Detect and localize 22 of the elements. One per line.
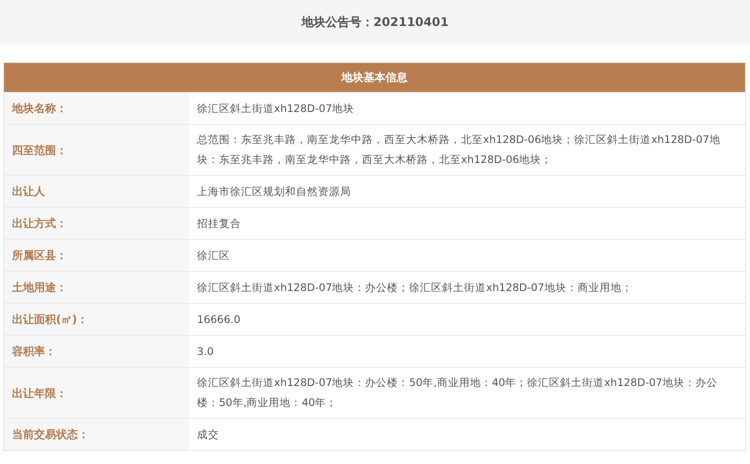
field-label: 出让人 (4, 176, 189, 207)
field-value: 徐汇区斜土街道xh128D-07地块：办公楼：50年,商业用地：40年；徐汇区斜土街道xh128D-07地块：办公楼：50年,商业用地：40年； (196, 376, 718, 411)
announcement-title: 地块公告号：202110401 (301, 14, 449, 31)
field-label: 四至范围： (4, 125, 189, 175)
field-value: 徐汇区斜土街道xh128D-07地块 (196, 102, 356, 116)
field-value: 徐汇区 (196, 248, 231, 264)
field-value: 上海市徐汇区规划和自然资源局 (196, 184, 352, 200)
field-value: 3.0 (196, 344, 215, 360)
field-label: 所属区县： (4, 240, 189, 271)
field-value: 招挂复合 (196, 216, 242, 232)
field-label: 土地用途： (4, 272, 189, 303)
field-label: 出让方式： (4, 208, 189, 239)
field-label: 地块名称： (4, 93, 189, 124)
field-value: 成交 (196, 428, 220, 442)
field-value: 徐汇区斜土街道xh128D-07地块：办公楼；徐汇区斜土街道xh128D-07地块：商业用地； (196, 280, 634, 296)
field-value: 16666.0 (196, 312, 242, 328)
field-value: 总范围：东至兆丰路，南至龙华中路，西至大木桥路，北至xh128D-06地块；徐汇区斜土街道xh128D-07地块：东至兆丰路，南至龙华中路，西至大木桥路，北至xh128D-06地块； (196, 133, 722, 168)
field-label: 当前交易状态： (4, 419, 189, 450)
field-label: 出让面积(㎡)： (4, 304, 189, 335)
field-label: 容积率： (4, 336, 189, 367)
table-title: 地块基本信息 (342, 70, 408, 85)
field-label: 出让年限： (4, 368, 189, 418)
